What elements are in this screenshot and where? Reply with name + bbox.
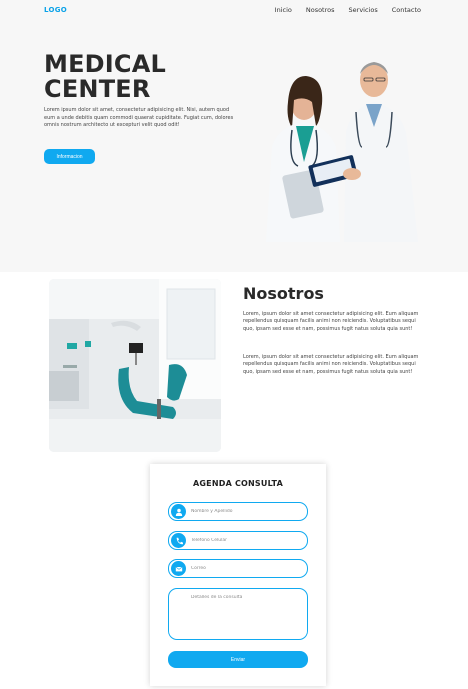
hero-section: LOGO Inicio Nosotros Servicios Contacto … — [0, 0, 468, 272]
nav-item-servicios[interactable]: Servicios — [349, 6, 378, 14]
details-textarea[interactable] — [191, 595, 301, 633]
details-field — [168, 588, 308, 640]
user-icon — [171, 504, 186, 519]
envelope-icon — [171, 561, 186, 576]
phone-field — [168, 531, 308, 550]
doctors-photo — [266, 62, 418, 242]
about-paragraph-1: Lorem, ipsum dolor sit amet consectetur … — [243, 311, 419, 332]
form-title: AGENDA CONSULTA — [193, 479, 283, 488]
nav-item-contacto[interactable]: Contacto — [392, 6, 421, 14]
hero-description: Lorem ipsum dolor sit amet, consectetur … — [44, 107, 234, 128]
email-field — [168, 559, 308, 578]
email-input[interactable] — [191, 562, 301, 575]
name-field — [168, 502, 308, 521]
hero-title: MEDICAL CENTER — [44, 50, 167, 103]
phone-icon — [171, 533, 186, 548]
appointment-form: AGENDA CONSULTA Enviar — [150, 464, 326, 686]
logo[interactable]: LOGO — [44, 6, 67, 14]
nav-item-inicio[interactable]: Inicio — [275, 6, 292, 14]
about-paragraph-2: Lorem, ipsum dolor sit amet consectetur … — [243, 354, 419, 375]
phone-input[interactable] — [191, 534, 301, 547]
nav-item-nosotros[interactable]: Nosotros — [306, 6, 335, 14]
name-input[interactable] — [191, 505, 301, 518]
submit-button[interactable]: Enviar — [168, 651, 308, 668]
about-title: Nosotros — [243, 284, 324, 303]
main-nav: Inicio Nosotros Servicios Contacto — [275, 6, 421, 14]
info-button[interactable]: Informacion — [44, 149, 95, 164]
clinic-photo — [49, 279, 221, 452]
